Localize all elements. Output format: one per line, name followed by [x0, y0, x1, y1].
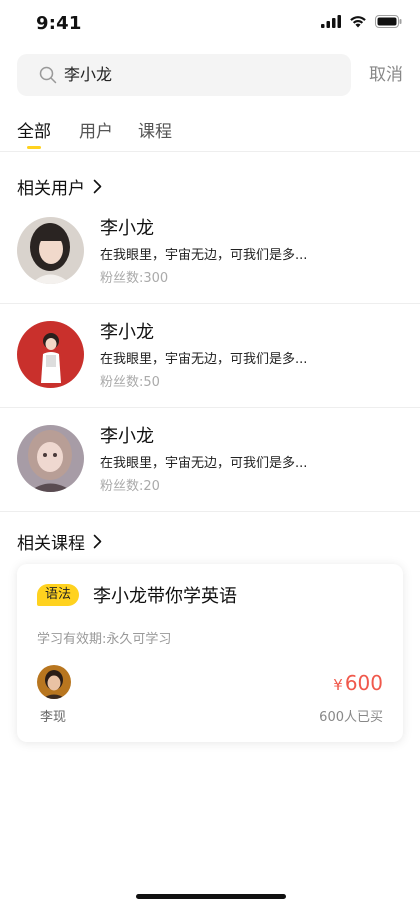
price-value: 600: [344, 671, 383, 695]
course-tag-badge: 语法: [37, 584, 80, 606]
user-bio: 在我眼里，宇宙无边，可我们是多...: [100, 248, 308, 263]
search-row: 李小龙 取消: [17, 54, 403, 96]
related-courses-header[interactable]: 相关课程: [17, 529, 102, 554]
course-price: ¥ 600: [333, 671, 383, 695]
related-users-title: 相关用户: [17, 179, 85, 199]
related-courses-title: 相关课程: [17, 534, 85, 554]
user-row[interactable]: 李小龙 在我眼里，宇宙无边，可我们是多... 粉丝数:300: [0, 200, 420, 304]
related-users-header[interactable]: 相关用户: [17, 174, 102, 199]
tab-bar: 全部 用户 课程: [0, 112, 420, 152]
tab-active-indicator: [27, 146, 41, 149]
avatar: [17, 425, 84, 492]
teacher-avatar: [37, 665, 71, 699]
status-bar: 9:41: [0, 0, 420, 46]
status-time: 9:41: [36, 13, 82, 34]
user-row[interactable]: 李小龙 在我眼里，宇宙无边，可我们是多... 粉丝数:20: [0, 408, 420, 512]
user-name: 李小龙: [100, 322, 154, 343]
purchase-count: 600人已买: [319, 710, 383, 725]
course-validity: 学习有效期:永久可学习: [37, 632, 172, 647]
chevron-right-icon: [93, 534, 102, 549]
user-fans-count: 粉丝数:50: [100, 375, 160, 390]
cancel-button[interactable]: 取消: [369, 54, 403, 96]
tab-courses[interactable]: 课程: [138, 117, 172, 142]
course-title: 李小龙带你学英语: [93, 586, 237, 607]
home-indicator: [136, 894, 286, 899]
tab-users[interactable]: 用户: [79, 117, 113, 142]
tab-all[interactable]: 全部: [17, 117, 51, 142]
course-card[interactable]: 语法 李小龙带你学英语 学习有效期:永久可学习 李现 ¥ 600 600人已买: [17, 564, 403, 742]
user-fans-count: 粉丝数:300: [100, 271, 169, 286]
wifi-icon: [350, 16, 366, 28]
search-input[interactable]: 李小龙: [64, 54, 112, 96]
status-icons: [321, 15, 402, 28]
search-box[interactable]: 李小龙: [17, 54, 351, 96]
user-row[interactable]: 李小龙 在我眼里，宇宙无边，可我们是多... 粉丝数:50: [0, 304, 420, 408]
avatar: [17, 217, 84, 284]
battery-icon: [375, 15, 402, 28]
user-bio: 在我眼里，宇宙无边，可我们是多...: [100, 352, 308, 367]
user-name: 李小龙: [100, 426, 154, 447]
chevron-right-icon: [93, 179, 102, 194]
price-currency-symbol: ¥: [333, 676, 343, 694]
user-fans-count: 粉丝数:20: [100, 479, 160, 494]
divider: [0, 511, 420, 512]
signal-icon: [321, 15, 341, 28]
avatar: [17, 321, 84, 388]
user-bio: 在我眼里，宇宙无边，可我们是多...: [100, 456, 308, 471]
user-name: 李小龙: [100, 218, 154, 239]
teacher-name: 李现: [40, 710, 67, 725]
search-icon: [39, 66, 57, 84]
